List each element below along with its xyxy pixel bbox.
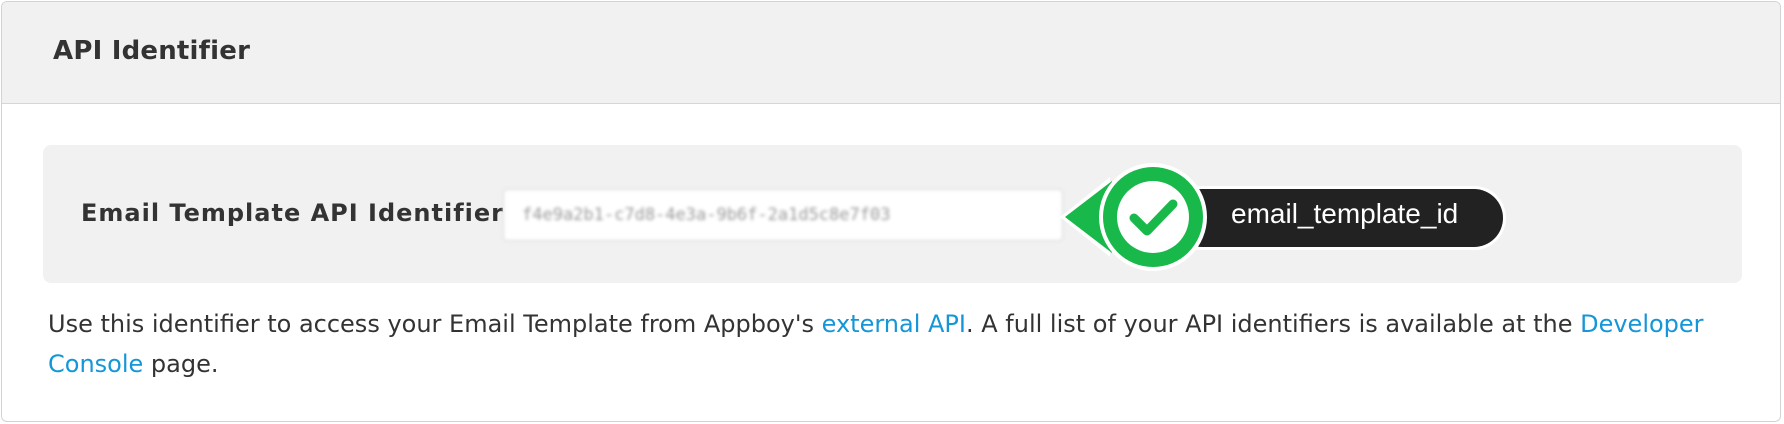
identifier-callout: email_template_id	[1060, 161, 1510, 273]
panel-header: API Identifier	[2, 2, 1780, 104]
identifier-input[interactable]	[503, 189, 1063, 241]
identifier-description: Use this identifier to access your Email…	[48, 304, 1738, 384]
external-api-link[interactable]: external API	[822, 310, 966, 338]
callout-label: email_template_id	[1231, 198, 1459, 229]
description-text-after: page.	[143, 350, 219, 378]
description-text-before: Use this identifier to access your Email…	[48, 310, 822, 338]
callout-circle-inner	[1117, 181, 1189, 253]
api-identifier-panel: API Identifier Email Template API Identi…	[1, 1, 1781, 422]
description-text-middle: . A full list of your API identifiers is…	[965, 310, 1581, 338]
identifier-field-label: Email Template API Identifier:	[81, 199, 515, 227]
panel-title: API Identifier	[53, 36, 251, 66]
